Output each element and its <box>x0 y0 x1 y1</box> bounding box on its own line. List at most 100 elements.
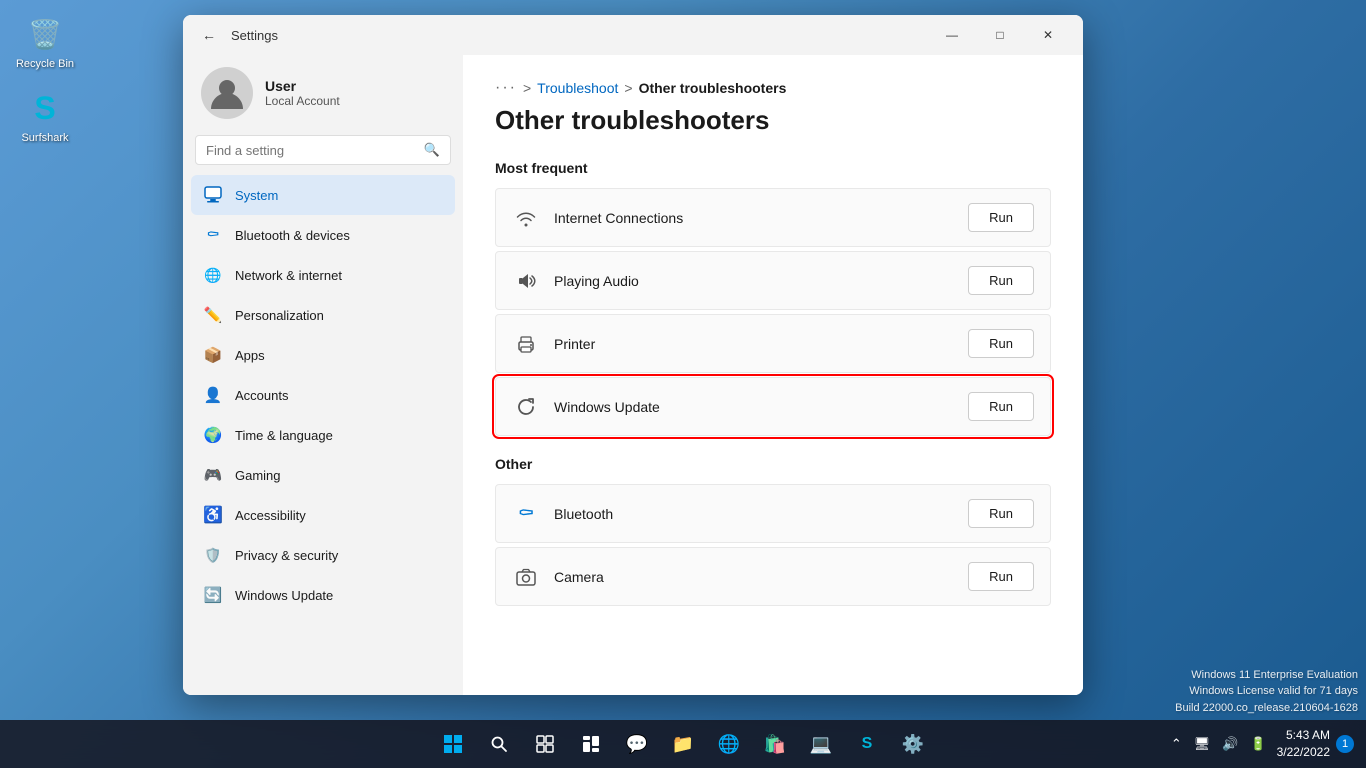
breadcrumb-sep-2: > <box>624 80 632 96</box>
sidebar-item-label-bluetooth: Bluetooth & devices <box>235 228 350 243</box>
sidebar-item-accessibility[interactable]: ♿ Accessibility <box>191 495 455 535</box>
sidebar-item-label-apps: Apps <box>235 348 265 363</box>
surfshark-icon[interactable]: S Surfshark <box>10 84 80 148</box>
surfshark-label: Surfshark <box>21 132 68 144</box>
recycle-bin-icon[interactable]: 🗑️ Recycle Bin <box>10 10 80 74</box>
user-account-type: Local Account <box>265 94 340 108</box>
sidebar-item-label-system: System <box>235 188 278 203</box>
accessibility-icon: ♿ <box>203 505 223 525</box>
sidebar-item-label-accounts: Accounts <box>235 388 288 403</box>
volume-icon[interactable]: 🔊 <box>1218 734 1242 754</box>
camera-icon <box>512 563 540 591</box>
title-bar-left: ← Settings <box>195 21 278 49</box>
close-button[interactable]: ✕ <box>1025 19 1071 51</box>
back-button[interactable]: ← <box>195 21 223 49</box>
search-input[interactable] <box>206 143 416 158</box>
bluetooth-label: Bluetooth <box>554 506 954 522</box>
breadcrumb-troubleshoot[interactable]: Troubleshoot <box>537 80 618 96</box>
store-button[interactable]: 🛍️ <box>755 724 795 764</box>
printer-icon <box>512 330 540 358</box>
taskbar-clock[interactable]: 5:43 AM 3/22/2022 <box>1277 727 1330 761</box>
taskbar-center: 💬 📁 🌐 🛍️ 💻 S ⚙️ <box>433 724 933 764</box>
surfshark-taskbar[interactable]: S <box>847 724 887 764</box>
settings-body: User Local Account 🔍 <box>183 55 1083 695</box>
sidebar-item-network[interactable]: 🌐 Network & internet <box>191 255 455 295</box>
sidebar-item-label-time: Time & language <box>235 428 333 443</box>
run-printer-button[interactable]: Run <box>968 329 1034 358</box>
sidebar-item-label-personalization: Personalization <box>235 308 324 323</box>
printer-label: Printer <box>554 336 954 352</box>
run-playing-audio-button[interactable]: Run <box>968 266 1034 295</box>
battery-icon[interactable]: 🔋 <box>1246 734 1270 754</box>
watermark-line2: Windows License valid for 71 days <box>1175 683 1358 700</box>
file-explorer-button[interactable]: 📁 <box>663 724 703 764</box>
run-windows-update-button[interactable]: Run <box>968 392 1034 421</box>
breadcrumb: ··· > Troubleshoot > Other troubleshoote… <box>495 79 1051 97</box>
audio-icon <box>512 267 540 295</box>
avatar <box>201 67 253 119</box>
breadcrumb-current: Other troubleshooters <box>639 80 787 96</box>
run-internet-connections-button[interactable]: Run <box>968 203 1034 232</box>
troubleshooter-windows-update: Windows Update Run <box>495 377 1051 436</box>
system-icon <box>203 185 223 205</box>
sidebar-item-gaming[interactable]: 🎮 Gaming <box>191 455 455 495</box>
page-title: Other troubleshooters <box>495 105 1051 136</box>
troubleshooter-playing-audio: Playing Audio Run <box>495 251 1051 310</box>
bluetooth-nav-icon: ⚰ <box>203 225 223 245</box>
sidebar-item-system[interactable]: System <box>191 175 455 215</box>
network-icon: 🌐 <box>203 265 223 285</box>
vs-button[interactable]: 💻 <box>801 724 841 764</box>
sidebar-item-label-gaming: Gaming <box>235 468 281 483</box>
sidebar-item-time[interactable]: 🌍 Time & language <box>191 415 455 455</box>
desktop-icons: 🗑️ Recycle Bin S Surfshark <box>10 10 80 148</box>
troubleshooter-camera: Camera Run <box>495 547 1051 606</box>
chevron-up-icon[interactable]: ⌃ <box>1167 734 1186 754</box>
section-title-other: Other <box>495 456 1051 472</box>
taskbar: 💬 📁 🌐 🛍️ 💻 S ⚙️ ⌃ 🖥 🔊 🔋 5:43 AM 3/2 <box>0 720 1366 768</box>
sidebar-item-privacy[interactable]: 🛡️ Privacy & security <box>191 535 455 575</box>
sidebar-item-apps[interactable]: 📦 Apps <box>191 335 455 375</box>
settings-taskbar[interactable]: ⚙️ <box>893 724 933 764</box>
clock-time: 5:43 AM <box>1277 727 1330 744</box>
troubleshooter-printer: Printer Run <box>495 314 1051 373</box>
notification-badge[interactable]: 1 <box>1336 735 1354 753</box>
sidebar-item-windows-update[interactable]: 🔄 Windows Update <box>191 575 455 615</box>
sidebar-item-label-accessibility: Accessibility <box>235 508 306 523</box>
windows-update-label: Windows Update <box>554 399 954 415</box>
search-box[interactable]: 🔍 <box>195 135 451 165</box>
clock-date: 3/22/2022 <box>1277 744 1330 761</box>
sidebar-item-accounts[interactable]: 👤 Accounts <box>191 375 455 415</box>
run-camera-button[interactable]: Run <box>968 562 1034 591</box>
start-button[interactable] <box>433 724 473 764</box>
watermark-line1: Windows 11 Enterprise Evaluation <box>1175 667 1358 684</box>
task-view-button[interactable] <box>525 724 565 764</box>
section-title-most-frequent: Most frequent <box>495 160 1051 176</box>
user-name: User <box>265 78 340 94</box>
edge-button[interactable]: 🌐 <box>709 724 749 764</box>
watermark-line3: Build 22000.co_release.210604-1628 <box>1175 700 1358 717</box>
user-profile[interactable]: User Local Account <box>191 55 455 135</box>
minimize-button[interactable]: — <box>929 19 975 51</box>
troubleshooter-internet-connections: Internet Connections Run <box>495 188 1051 247</box>
widgets-button[interactable] <box>571 724 611 764</box>
playing-audio-label: Playing Audio <box>554 273 954 289</box>
run-bluetooth-button[interactable]: Run <box>968 499 1034 528</box>
wifi-icon <box>512 204 540 232</box>
sidebar-item-bluetooth[interactable]: ⚰ Bluetooth & devices <box>191 215 455 255</box>
sidebar-item-label-network: Network & internet <box>235 268 342 283</box>
network-status-icon[interactable]: 🖥 <box>1190 734 1215 754</box>
personalization-icon: ✏️ <box>203 305 223 325</box>
window-controls: — □ ✕ <box>929 19 1071 51</box>
camera-label: Camera <box>554 569 954 585</box>
accounts-icon: 👤 <box>203 385 223 405</box>
sidebar-item-label-windows-update: Windows Update <box>235 588 333 603</box>
windows-watermark: Windows 11 Enterprise Evaluation Windows… <box>1175 667 1358 717</box>
windows-update-nav-icon: 🔄 <box>203 585 223 605</box>
internet-connections-label: Internet Connections <box>554 210 954 226</box>
chat-button[interactable]: 💬 <box>617 724 657 764</box>
privacy-icon: 🛡️ <box>203 545 223 565</box>
bluetooth-icon: ⚰ <box>512 500 540 528</box>
sidebar-item-personalization[interactable]: ✏️ Personalization <box>191 295 455 335</box>
maximize-button[interactable]: □ <box>977 19 1023 51</box>
taskbar-search[interactable] <box>479 724 519 764</box>
